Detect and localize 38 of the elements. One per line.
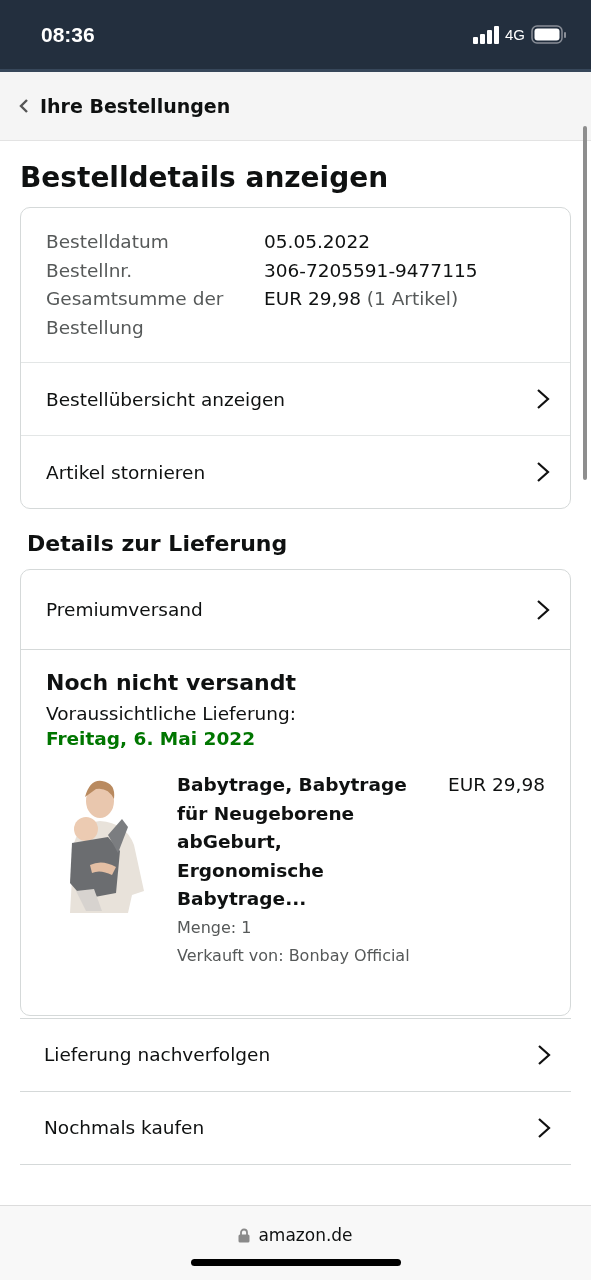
quantity-text: Menge: 1 <box>177 916 253 939</box>
delivery-label: Voraussichtliche Lieferung: <box>46 703 297 724</box>
field-value: EUR 29,98 (1 Artikel) <box>264 287 460 311</box>
field-value: 306-7205591-9477115 <box>264 258 479 283</box>
field-value: 05.05.2022 <box>264 230 371 254</box>
link-row[interactable]: Lieferung nachverfolgen <box>20 1017 571 1092</box>
product-title[interactable]: Babytrage, Babytrage für Neugeborene abGeburt, Ergonomische Babytrage... <box>177 771 413 914</box>
url-text[interactable]: amazon.de <box>258 1225 353 1245</box>
chevron-right-icon <box>537 1116 551 1139</box>
row-label: Artikel stornieren <box>46 461 206 483</box>
row-label: Premiumversand <box>46 599 203 620</box>
chevron-right-icon <box>536 388 550 410</box>
chevron-right-icon <box>536 598 550 621</box>
chevron-right-icon <box>537 1043 551 1066</box>
lock-icon <box>238 1227 251 1243</box>
row-label: Bestellübersicht anzeigen <box>46 388 286 410</box>
shipment-status: Noch nicht versandt <box>46 670 297 695</box>
back-link[interactable]: Ihre Bestellungen <box>19 95 231 117</box>
page-title: Bestelldetails anzeigen <box>20 161 390 194</box>
chevron-left-icon <box>19 98 29 114</box>
battery-icon <box>531 24 567 45</box>
link-row[interactable]: Nochmals kaufen <box>20 1091 571 1165</box>
seller-text: Verkauft von: Bonbay Official <box>177 945 411 967</box>
row-label: Nochmals kaufen <box>44 1117 205 1138</box>
delivery-date: Freitag, 6. Mai 2022 <box>46 728 256 749</box>
field-label: Bestellnr. <box>46 258 134 283</box>
clock-time: 08:36 <box>41 22 95 47</box>
link-row[interactable]: Artikel stornieren <box>21 435 570 508</box>
section-heading: Details zur Lieferung <box>27 531 289 556</box>
link-row[interactable]: Bestellübersicht anzeigen <box>21 363 570 435</box>
field-label: Bestelldatum <box>46 230 170 254</box>
network-type: 4G <box>505 26 525 43</box>
signal-icon <box>473 25 501 44</box>
product-price: EUR 29,98 <box>448 773 545 797</box>
row-label: Lieferung nachverfolgen <box>44 1044 271 1065</box>
link-row[interactable]: Premiumversand <box>21 570 570 650</box>
chevron-right-icon <box>536 461 550 483</box>
field-label: Gesamtsumme der Bestellung <box>46 287 225 340</box>
